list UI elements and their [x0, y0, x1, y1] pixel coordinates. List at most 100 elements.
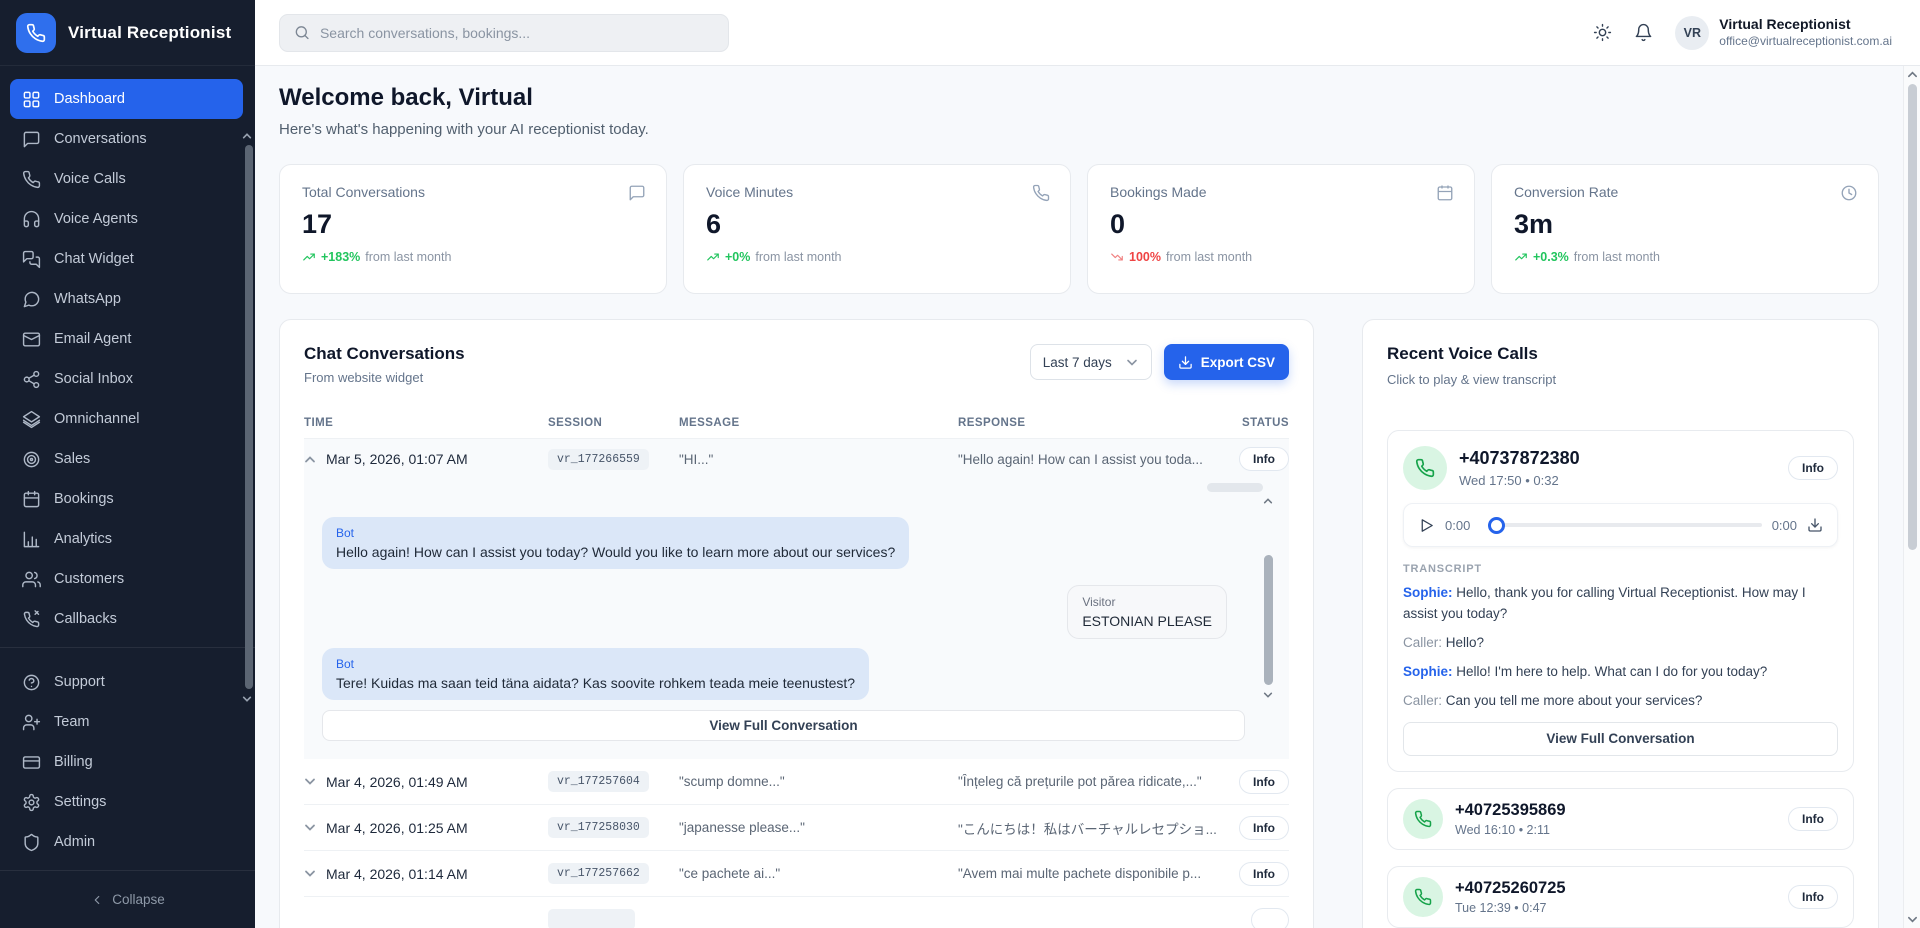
gear-icon [22, 793, 41, 812]
sidebar-item-dashboard[interactable]: Dashboard [10, 79, 243, 119]
session-badge: vr_177266559 [548, 449, 649, 470]
download-audio-icon[interactable] [1807, 517, 1823, 533]
sidebar-scroll-up-icon[interactable] [242, 132, 252, 140]
chat-section-subtitle: From website widget [304, 370, 465, 385]
export-csv-button[interactable]: Export CSV [1164, 344, 1289, 380]
voice-call-card[interactable]: +40737872380 Wed 17:50 • 0:32 Info 0:00 … [1387, 430, 1854, 772]
sidebar-item-team[interactable]: Team [10, 702, 243, 742]
brand: Virtual Receptionist [0, 0, 255, 66]
chat-bubble-icon [22, 130, 41, 149]
table-row[interactable]: Mar 4, 2026, 01:14 AM vr_177257662 "ce p… [304, 851, 1289, 897]
table-row[interactable]: Mar 4, 2026, 01:49 AM vr_177257604 "scum… [304, 759, 1289, 805]
clock-icon [1840, 184, 1858, 202]
voice-call-card[interactable]: +40725260725 Tue 12:39 • 0:47 Info [1387, 866, 1854, 928]
notifications-bell-icon[interactable] [1634, 23, 1653, 42]
sidebar-item-analytics[interactable]: Analytics [10, 519, 243, 559]
sidebar-item-customers[interactable]: Customers [10, 559, 243, 599]
chevron-down-icon[interactable] [304, 869, 316, 878]
table-header: TIME SESSION MESSAGE RESPONSE STATUS [304, 407, 1289, 439]
phone-call-icon [1403, 877, 1443, 917]
table-row[interactable]: Mar 4, 2026, 01:25 AM vr_177258030 "japa… [304, 805, 1289, 851]
chevron-down-icon[interactable] [304, 777, 316, 786]
page-scrollbar[interactable] [1903, 66, 1920, 928]
sidebar-scroll-down-icon[interactable] [242, 695, 252, 703]
phone-icon [22, 170, 41, 189]
info-button[interactable]: Info [1239, 816, 1289, 840]
theme-toggle-sun-icon[interactable] [1593, 23, 1612, 42]
page-subtitle: Here's what's happening with your AI rec… [279, 121, 1879, 138]
user-menu[interactable]: VR Virtual Receptionist office@virtualre… [1675, 16, 1892, 50]
headphones-icon [22, 210, 41, 229]
search-box[interactable] [279, 14, 729, 52]
sidebar-item-support[interactable]: Support [10, 662, 243, 702]
recent-voice-calls-panel: Recent Voice Calls Click to play & view … [1362, 319, 1879, 928]
total-time: 0:00 [1772, 518, 1797, 533]
sidebar-item-chat-widget[interactable]: Chat Widget [10, 239, 243, 279]
info-button[interactable]: Info [1788, 807, 1838, 831]
phone-call-icon [1403, 799, 1443, 839]
page-scrollbar-thumb[interactable] [1908, 84, 1917, 550]
view-full-conversation-button[interactable]: View Full Conversation [1403, 722, 1838, 756]
view-full-conversation-link[interactable]: View Full Conversation [322, 710, 1245, 741]
slider-knob[interactable] [1488, 517, 1505, 534]
sidebar-item-billing[interactable]: Billing [10, 742, 243, 782]
sidebar-item-voice-agents[interactable]: Voice Agents [10, 199, 243, 239]
sidebar-item-settings[interactable]: Settings [10, 782, 243, 822]
sidebar-item-callbacks[interactable]: Callbacks [10, 599, 243, 639]
call-number: +40725395869 [1455, 801, 1566, 820]
scroll-up-icon[interactable] [1263, 497, 1273, 505]
voice-call-card[interactable]: +40725395869 Wed 16:10 • 2:11 Info [1387, 788, 1854, 850]
main-content: Welcome back, Virtual Here's what's happ… [255, 66, 1903, 928]
page-title: Welcome back, Virtual [279, 84, 1879, 112]
sidebar-item-bookings[interactable]: Bookings [10, 479, 243, 519]
scroll-down-icon[interactable] [1907, 915, 1918, 924]
info-button[interactable]: Info [1788, 456, 1838, 480]
sidebar-item-omnichannel[interactable]: Omnichannel [10, 399, 243, 439]
trend-down-icon [1110, 250, 1124, 264]
conversations-table: TIME SESSION MESSAGE RESPONSE STATUS Mar… [304, 407, 1289, 928]
sidebar-secondary-nav: Support Team Billing Settings Admin [0, 648, 255, 862]
phone-call-icon [1403, 446, 1447, 490]
user-email: office@virtualreceptionist.com.ai [1719, 34, 1892, 49]
call-number: +40737872380 [1459, 448, 1580, 469]
call-number: +40725260725 [1455, 879, 1566, 898]
seek-slider[interactable] [1480, 517, 1761, 534]
info-button[interactable] [1251, 908, 1289, 928]
date-range-select[interactable]: Last 7 days [1030, 344, 1152, 380]
sidebar-item-admin[interactable]: Admin [10, 822, 243, 862]
table-row-partial[interactable] [304, 897, 1289, 928]
user-name: Virtual Receptionist [1719, 16, 1892, 34]
help-circle-icon [22, 673, 41, 692]
layers-icon [22, 410, 41, 429]
sidebar-item-conversations[interactable]: Conversations [10, 119, 243, 159]
calendar-icon [22, 490, 41, 509]
sidebar-item-social-inbox[interactable]: Social Inbox [10, 359, 243, 399]
clipped-bubble-sliver [1207, 483, 1263, 492]
info-button[interactable]: Info [1239, 770, 1289, 794]
scroll-up-icon[interactable] [1907, 70, 1918, 79]
sidebar-item-email-agent[interactable]: Email Agent [10, 319, 243, 359]
scroll-down-icon[interactable] [1263, 691, 1273, 699]
whatsapp-icon [22, 290, 41, 309]
table-row[interactable]: Mar 5, 2026, 01:07 AM vr_177266559 "HI..… [304, 439, 1289, 479]
search-input[interactable] [320, 25, 714, 41]
conversation-scrollbar-thumb[interactable] [1264, 555, 1273, 685]
conversation-scrollbar[interactable] [1263, 483, 1275, 701]
chevron-up-icon[interactable] [304, 455, 316, 464]
transcript-label: TRANSCRIPT [1403, 563, 1838, 575]
chevron-down-icon[interactable] [304, 823, 316, 832]
sidebar-item-whatsapp[interactable]: WhatsApp [10, 279, 243, 319]
info-button[interactable]: Info [1239, 862, 1289, 886]
users-icon [22, 570, 41, 589]
sidebar-item-sales[interactable]: Sales [10, 439, 243, 479]
sidebar-item-voice-calls[interactable]: Voice Calls [10, 159, 243, 199]
sidebar-primary-nav: Dashboard Conversations Voice Calls Voic… [0, 66, 255, 639]
play-button[interactable] [1418, 517, 1435, 534]
dual-chat-icon [22, 250, 41, 269]
bot-message-bubble: Bot Hello again! How can I assist you to… [322, 517, 909, 569]
sidebar-scrollbar[interactable] [245, 145, 253, 689]
voice-panel-title: Recent Voice Calls [1387, 344, 1854, 364]
collapse-button[interactable]: Collapse [0, 871, 255, 928]
info-button[interactable]: Info [1788, 885, 1838, 909]
info-button[interactable]: Info [1239, 447, 1289, 471]
